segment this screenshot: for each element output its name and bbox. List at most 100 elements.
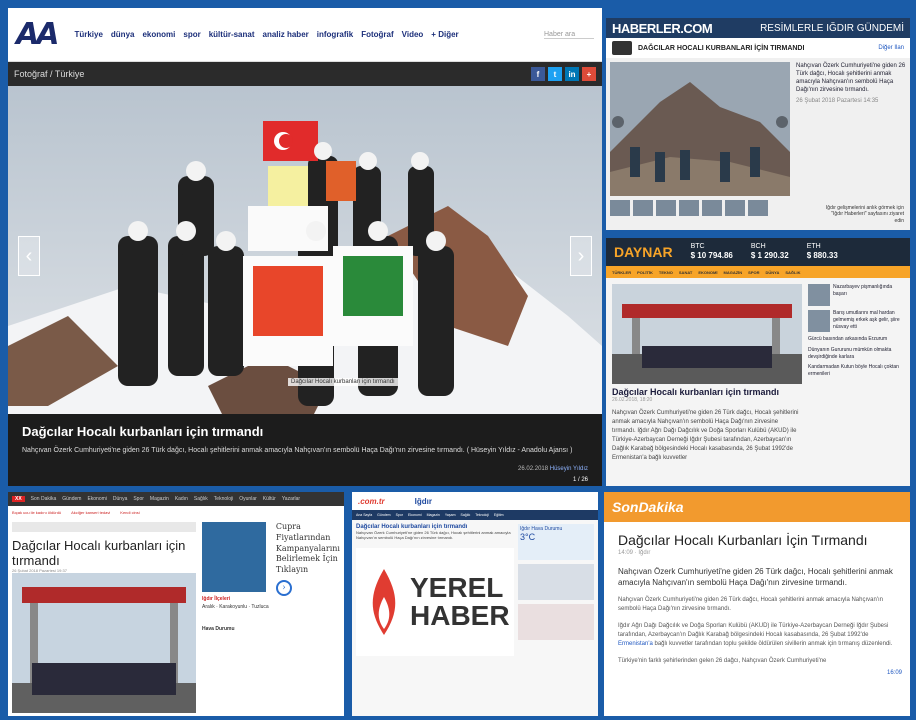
aa-nav: Türkiye dünya ekonomi spor kültür-sanat … xyxy=(74,30,458,39)
nav-item[interactable]: Son Dakika xyxy=(31,496,57,502)
weather-widget[interactable]: Iğdır Hava Durumu 3°C xyxy=(518,524,594,560)
aa-logo[interactable]: AA xyxy=(16,17,59,52)
daynar-article: Dağcılar Hocalı kurbanları için tırmandı… xyxy=(612,284,802,463)
breadcrumb[interactable]: Fotoğraf / Türkiye xyxy=(14,69,84,79)
prev-arrow[interactable]: ‹ xyxy=(18,236,40,276)
nav-item-infografik[interactable]: infografik xyxy=(317,30,353,39)
gallery-photo[interactable]: ‹ › Dağcılar Hocalı kurbanları için tırm… xyxy=(8,86,602,434)
daynar-header: DAYNAR BTC $ 10 794.86 BCH $ 1 290.32 ETH $… xyxy=(606,238,910,266)
nav-item[interactable]: Dünya xyxy=(113,496,127,502)
sondakika-logo[interactable]: SonDakika xyxy=(612,499,684,515)
next-arrow[interactable]: › xyxy=(570,236,592,276)
site4-logo[interactable]: XX xyxy=(12,496,25,502)
nav-item-turkiye[interactable]: Türkiye xyxy=(74,30,102,39)
thumbnail[interactable] xyxy=(633,200,653,216)
side-news-item[interactable]: Gürcü basından arkasında Erzurum xyxy=(808,336,904,343)
thumbnail[interactable] xyxy=(610,200,630,216)
thumbnail[interactable] xyxy=(702,200,722,216)
nav-item[interactable]: Eğitim xyxy=(494,513,504,517)
site5-header: .com.tr Iğdır xyxy=(352,492,598,510)
facebook-icon[interactable]: f xyxy=(531,67,545,81)
ticker-value: $ 10 794.86 xyxy=(690,251,733,261)
nav-item[interactable]: Kadın xyxy=(175,496,188,502)
inline-link[interactable]: Ermenistan'a xyxy=(618,641,653,647)
site4-ad[interactable]: Cupra Fiyatlarından Kampanyalarını Belir… xyxy=(272,518,344,716)
nav-item[interactable]: Teknoloji xyxy=(214,496,233,502)
nav-item-kultur[interactable]: kültür-sanat xyxy=(209,30,255,39)
nav-item[interactable]: POLİTİK xyxy=(637,270,653,275)
thumbnail[interactable] xyxy=(725,200,745,216)
other-link[interactable]: Diğer Ilan xyxy=(878,45,904,51)
nav-item[interactable]: Magazin xyxy=(427,513,440,517)
nav-item[interactable]: SPOR xyxy=(748,270,759,275)
nav-item[interactable]: Sağlık xyxy=(194,496,208,502)
nav-item[interactable]: SAĞLIK xyxy=(785,270,800,275)
search-input[interactable]: Haber ara xyxy=(544,31,594,39)
nav-item-spor[interactable]: spor xyxy=(183,30,200,39)
nav-item-diger[interactable]: + Diğer xyxy=(431,30,458,39)
nav-item[interactable]: Oyunlar xyxy=(239,496,257,502)
mountain-hikers-photo[interactable] xyxy=(610,62,790,196)
ticker-item[interactable]: Akciğer kanseri tedavi xyxy=(71,510,110,515)
article-title[interactable]: Dağcılar Hocalı kurbanları için tırmandı xyxy=(612,387,802,397)
nav-item[interactable]: DÜNYA xyxy=(766,270,780,275)
side-ad[interactable] xyxy=(518,604,594,640)
nav-item-fotograf[interactable]: Fotoğraf xyxy=(361,30,393,39)
gallery-body: Nahçıvan Özerk Cumhuriyeti'ne giden 26 T… xyxy=(606,58,910,196)
nav-item[interactable]: Yaşam xyxy=(445,513,456,517)
share-buttons: f t in + xyxy=(531,67,596,81)
nav-item-video[interactable]: Video xyxy=(402,30,424,39)
author-link[interactable]: Hüseyin Yıldız xyxy=(550,466,588,472)
nav-item[interactable]: Ekonomi xyxy=(408,513,422,517)
thumbnail[interactable] xyxy=(656,200,676,216)
nav-item[interactable]: Spor xyxy=(396,513,403,517)
article-title: Dağcılar Hocalı kurbanları için tırmandı xyxy=(12,538,186,568)
district-list[interactable]: Aralık · Karakoyunlu · Tuzluca xyxy=(202,604,270,610)
nav-item[interactable]: Ana Sayfa xyxy=(356,513,372,517)
camera-icon xyxy=(612,41,632,55)
nav-item[interactable]: MAGAZİN xyxy=(724,270,743,275)
nav-item[interactable]: Sağlık xyxy=(461,513,471,517)
twitter-icon[interactable]: t xyxy=(548,67,562,81)
ad-banner[interactable] xyxy=(12,522,196,532)
haber-word: HABER xyxy=(410,600,510,632)
nav-item[interactable]: Ekonomi xyxy=(87,496,106,502)
site5-logo[interactable]: .com.tr xyxy=(358,497,385,506)
side-news-item[interactable]: Barış umutlarını mal hardan gelmemiş erk… xyxy=(808,310,904,332)
side-news-item[interactable]: Dünyanın Gururunu mümkün olmakta devşird… xyxy=(808,347,904,361)
haberler-logo[interactable]: HABERLER.COM xyxy=(612,21,713,36)
nav-item-analiz[interactable]: analiz haber xyxy=(263,30,309,39)
article-date: 26.02.2018 xyxy=(518,466,549,472)
nav-item[interactable]: Yazarlar xyxy=(282,496,300,502)
border-gate-group-photo[interactable] xyxy=(12,573,196,713)
nav-item[interactable]: Gündem xyxy=(377,513,390,517)
nav-item[interactable]: Spor xyxy=(133,496,144,502)
caption-block: Dağcılar Hocalı kurbanları için tırmandı… xyxy=(8,414,602,486)
side-ad[interactable] xyxy=(518,564,594,600)
nav-item[interactable]: Kültür xyxy=(263,496,276,502)
ticker-item[interactable]: Kendi cinsi xyxy=(120,510,139,515)
phone-ad[interactable] xyxy=(202,522,266,592)
nav-item[interactable]: Gündem xyxy=(62,496,81,502)
nav-item[interactable]: EKONOMİ xyxy=(698,270,717,275)
side-news-item[interactable]: Nazarbayev pişmanlığında başarı xyxy=(808,284,904,306)
district-title: Iğdır İlçeleri xyxy=(202,596,231,602)
googleplus-icon[interactable]: + xyxy=(582,67,596,81)
nav-item-ekonomi[interactable]: ekonomi xyxy=(142,30,175,39)
aa-breadcrumb-bar: Fotoğraf / Türkiye f t in + xyxy=(8,62,602,86)
nav-item-dunya[interactable]: dünya xyxy=(111,30,135,39)
nav-item[interactable]: TÜRKLER xyxy=(612,270,631,275)
gallery-note: Iğdır gelişmelerini anlık görmek için "I… xyxy=(825,204,904,224)
linkedin-icon[interactable]: in xyxy=(565,67,579,81)
side-news-item[interactable]: Kandarmadan Kutun böyle Hocalı çoktan er… xyxy=(808,364,904,378)
border-gate-photo[interactable] xyxy=(612,284,802,384)
ticker-item[interactable]: Bıçak ucu ile kadını öldürdü xyxy=(12,510,61,515)
chevron-right-icon[interactable]: › xyxy=(275,579,292,596)
thumbnail[interactable] xyxy=(748,200,768,216)
nav-item[interactable]: TEKNO xyxy=(659,270,673,275)
nav-item[interactable]: Teknoloji xyxy=(475,513,489,517)
daynar-logo[interactable]: DAYNAR xyxy=(614,244,673,260)
nav-item[interactable]: SANAT xyxy=(679,270,692,275)
thumbnail[interactable] xyxy=(679,200,699,216)
nav-item[interactable]: Magazin xyxy=(150,496,169,502)
